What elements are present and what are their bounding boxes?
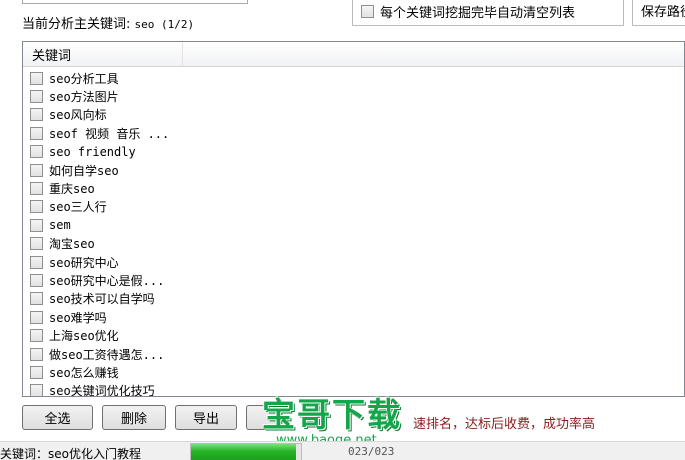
progress-text: 023/023 [348,445,395,458]
list-item-label: seo怎么赚钱 [49,365,119,380]
list-item[interactable]: 做seo工资待遇怎... [30,345,684,363]
list-item-checkbox[interactable] [30,310,43,324]
list-item[interactable]: seo研究中心是假... [30,271,684,289]
list-item-checkbox[interactable] [30,237,43,251]
list-item-label: seo研究中心 [49,255,119,270]
export-button[interactable]: 导出 [175,405,237,430]
list-item-label: 上海seo优化 [49,329,119,344]
list-item-checkbox[interactable] [30,347,43,361]
status-keyword-label: 关键词：seo优化入门教程 [0,447,141,460]
list-item-checkbox[interactable] [30,145,43,159]
progress-bar [190,443,302,460]
list-item-checkbox[interactable] [30,255,43,269]
current-keyword-status: 当前分析主关键词: seo (1/2) [22,13,194,32]
list-item-checkbox[interactable] [30,292,43,306]
list-item[interactable]: seo方法图片 [30,87,684,105]
list-item-label: 做seo工资待遇怎... [49,347,165,362]
list-item-checkbox[interactable] [30,163,43,177]
current-keyword-label: 当前分析主关键词: [22,17,131,32]
list-item[interactable]: seo技术可以自学吗 [30,290,684,308]
list-item[interactable]: seo三人行 [30,198,684,216]
top-input-field-edge[interactable] [22,0,248,4]
list-item-label: seof 视频 音乐 ... [49,126,170,141]
list-item[interactable]: 上海seo优化 [30,326,684,344]
list-item-checkbox[interactable] [30,218,43,232]
column-header-keyword[interactable]: 关键词 [23,42,183,66]
list-item-label: seo friendly [49,144,136,159]
save-path-label: 保存路径 [641,5,685,20]
list-item-checkbox[interactable] [30,365,43,379]
auto-clear-label: 每个关键词挖掘完毕自动清空列表 [380,6,576,21]
list-item[interactable]: 淘宝seo [30,235,684,253]
list-item-checkbox[interactable] [30,182,43,196]
progress-bar-fill [191,444,296,460]
list-item-checkbox[interactable] [30,71,43,85]
delete-button[interactable]: 删除 [102,405,166,430]
auto-clear-checkbox[interactable] [361,5,374,18]
list-item-label: seo研究中心是假... [49,273,165,288]
list-item[interactable]: 重庆seo [30,179,684,197]
list-item-label: seo风向标 [49,108,107,123]
list-item-checkbox[interactable] [30,90,43,104]
list-item-label: 重庆seo [49,182,95,197]
list-item[interactable]: seo分析工具 [30,69,684,87]
keyword-list[interactable]: 关键词 seo分析工具 seo方法图片 seo风向标 seof 视频 音乐 ... se… [22,41,685,397]
list-item-label: sem [49,218,71,233]
list-item[interactable]: seo风向标 [30,106,684,124]
list-item-label: seo三人行 [49,200,107,215]
list-item[interactable]: seo friendly [30,143,684,161]
list-item[interactable]: sem [30,216,684,234]
current-keyword-value: seo (1/2) [134,18,195,31]
save-path-button[interactable]: 保存路径 [632,0,685,26]
list-item-checkbox[interactable] [30,126,43,140]
list-item-label: seo关键词优化技巧 [49,384,155,397]
list-item-checkbox[interactable] [30,273,43,287]
list-item-label: 如何自学seo [49,163,119,178]
list-item[interactable]: 如何自学seo [30,161,684,179]
keyword-rows: seo分析工具 seo方法图片 seo风向标 seof 视频 音乐 ... seo fr… [23,67,684,397]
status-bar: 关键词：seo优化入门教程 023/023 [0,441,685,460]
list-item-checkbox[interactable] [30,108,43,122]
keyword-list-header: 关键词 [23,42,684,67]
promo-text: 速排名，达标后收费，成功率高 [413,417,596,432]
list-item-label: seo技术可以自学吗 [49,292,155,307]
list-item[interactable]: seof 视频 音乐 ... [30,124,684,142]
select-all-button[interactable]: 全选 [22,405,93,430]
list-item-label: seo分析工具 [49,71,119,86]
list-item-label: 淘宝seo [49,237,95,252]
watermark-title: 宝哥下载 [262,395,402,434]
list-item[interactable]: seo怎么赚钱 [30,363,684,381]
list-item[interactable]: seo难学吗 [30,308,684,326]
list-item-checkbox[interactable] [30,329,43,343]
list-item-checkbox[interactable] [30,384,43,396]
list-item-label: seo方法图片 [49,90,119,105]
list-item-checkbox[interactable] [30,200,43,214]
list-item[interactable]: seo研究中心 [30,253,684,271]
action-toolbar: 全选 删除 导出 [22,405,285,430]
list-item-label: seo难学吗 [49,310,107,325]
auto-clear-option[interactable]: 每个关键词挖掘完毕自动清空列表 [352,0,624,26]
